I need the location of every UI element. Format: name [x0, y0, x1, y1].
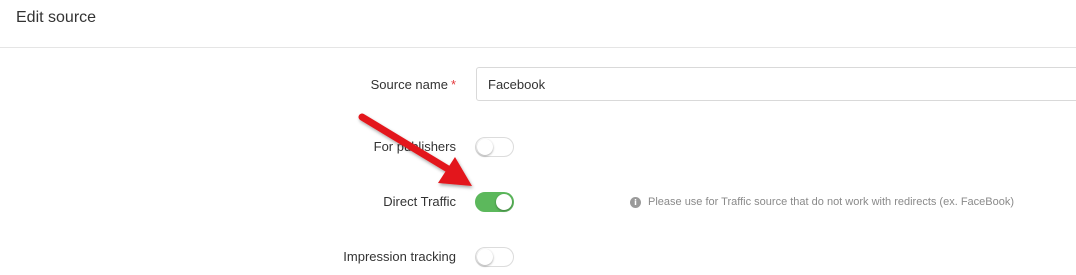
source-name-label: Source name * [371, 77, 456, 92]
impression-tracking-toggle[interactable] [475, 247, 514, 267]
info-icon: i [630, 196, 641, 208]
toggle-knob [496, 194, 512, 210]
for-publishers-label: For publishers [373, 139, 456, 154]
required-mark: * [450, 77, 456, 92]
page-title: Edit source [16, 9, 97, 26]
direct-traffic-label: Direct Traffic [383, 194, 456, 209]
toggle-knob [477, 249, 493, 265]
direct-traffic-toggle[interactable] [475, 192, 514, 212]
direct-traffic-hint: i Please use for Traffic source that do … [630, 196, 1014, 208]
direct-traffic-hint-text: Please use for Traffic source that do no… [648, 196, 1015, 208]
for-publishers-toggle[interactable] [475, 137, 514, 157]
page-header: Edit source [0, 0, 1076, 48]
source-name-input[interactable] [476, 67, 1076, 101]
edit-source-page: Edit source Source name* For publishers … [0, 0, 1076, 275]
impression-tracking-label: Impression tracking [343, 249, 456, 264]
toggle-knob [477, 139, 493, 155]
source-name-label-text: Source name [370, 77, 448, 92]
